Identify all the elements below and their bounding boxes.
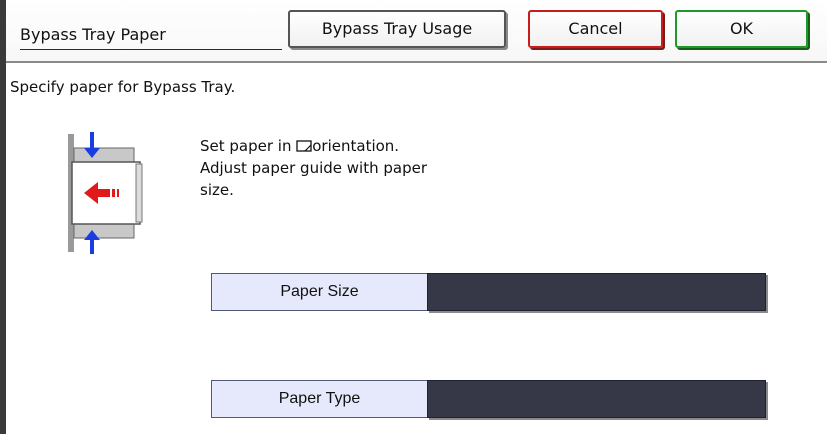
instruction-text: Specify paper for Bypass Tray. [10,78,236,96]
message-line-3: size. [200,181,234,199]
message-line-2: Adjust paper guide with paper [200,159,427,177]
message-line-1: Set paper in orientation. [200,135,530,157]
bypass-tray-usage-button[interactable]: Bypass Tray Usage [288,10,506,48]
paper-type-button[interactable]: Paper Type [211,380,427,418]
paper-type-value[interactable] [427,380,766,418]
paper-size-button[interactable]: Paper Size [211,273,427,311]
screen-title: Bypass Tray Paper [20,25,166,44]
landscape-orientation-icon [296,137,312,152]
message-line-1-before: Set paper in [200,137,297,155]
ok-button[interactable]: OK [675,10,808,48]
cancel-button[interactable]: Cancel [528,10,663,48]
left-rail [0,0,6,434]
title-underline [20,49,282,50]
message-line-1-after: orientation. [312,137,400,155]
paper-size-value[interactable] [427,273,766,311]
bypass-tray-icon [50,126,146,258]
